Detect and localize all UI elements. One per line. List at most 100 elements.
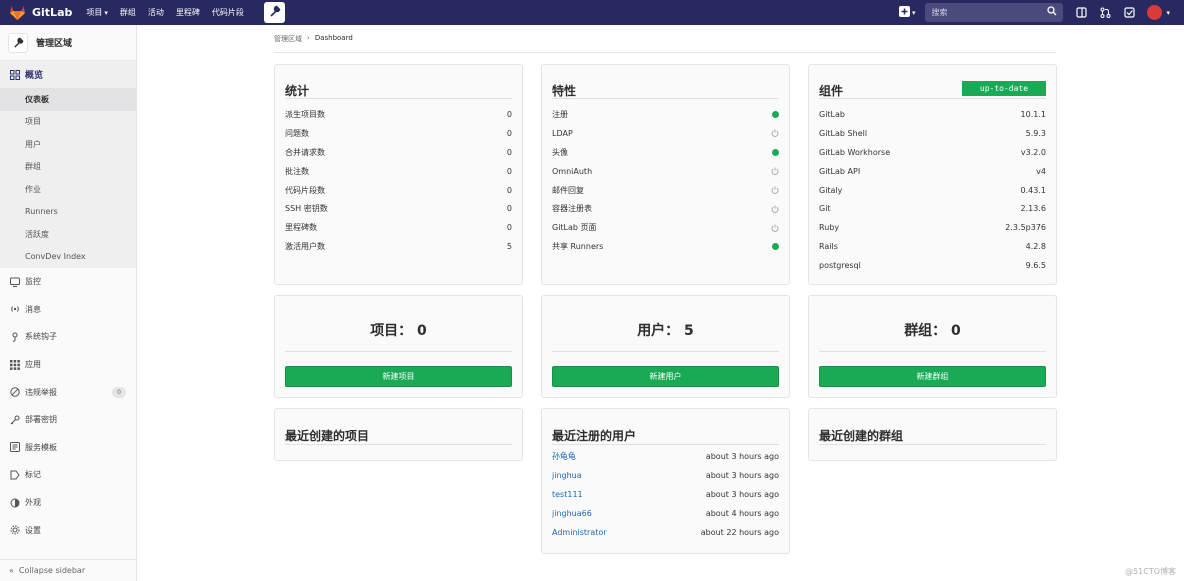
component-version: 0.43.1 (1020, 185, 1046, 195)
nav-activity[interactable]: 活动 (148, 7, 164, 18)
main-nav: 项目 ▾ 群组 活动 里程碑 代码片段 (86, 7, 256, 18)
up-to-date-badge: up-to-date (962, 81, 1046, 96)
sidebar-subitem-dashboard[interactable]: 仪表板 (0, 88, 136, 111)
user-created-time: about 3 hours ago (705, 470, 779, 480)
stat-label: 派生项目数 (285, 109, 325, 119)
nav-snippets[interactable]: 代码片段 (212, 7, 244, 18)
user-created-time: about 3 hours ago (705, 489, 779, 499)
stat-row: 批注数 0 (285, 162, 512, 181)
sidebar-item-messages[interactable]: 消息 (0, 296, 136, 324)
component-label: postgresql (819, 261, 861, 271)
sidebar-item-overview[interactable]: 概览 (0, 61, 136, 88)
watermark: @51CTO博客 (1125, 567, 1176, 576)
stats-panel: 统计 派生项目数 0 问题数 0 合并请求数 0 批注数 0 代码片段数 0 SSH 密钥… (274, 64, 523, 285)
user-link[interactable]: jinghua66 (552, 509, 592, 518)
search-box[interactable] (925, 3, 1064, 22)
sidebar-subitem-users[interactable]: 用户 (0, 133, 136, 156)
stat-row: 合并请求数 0 (285, 143, 512, 162)
sidebar-item-appearance[interactable]: 外观 (0, 489, 136, 517)
sidebar-header[interactable]: 管理区域 (0, 25, 136, 61)
sidebar-subitem-jobs[interactable]: 作业 (0, 178, 136, 201)
panel-title: 组件 (819, 84, 844, 98)
user-created-time: about 22 hours ago (700, 527, 779, 537)
sidebar-subitem-groups[interactable]: 群组 (0, 156, 136, 179)
breadcrumb: 管理区域 › Dashboard (274, 34, 1056, 53)
stat-row: 派生项目数 0 (285, 105, 512, 124)
component-version: 2.3.5p376 (1005, 223, 1046, 233)
search-input[interactable] (931, 8, 1032, 17)
component-version: 9.6.5 (1025, 261, 1046, 271)
sidebar-title: 管理区域 (36, 39, 73, 49)
nav-projects[interactable]: 项目 ▾ (86, 7, 108, 18)
user-link[interactable]: jinghua (552, 471, 582, 480)
admin-area-button[interactable] (264, 2, 285, 23)
monitor-icon (9, 276, 20, 287)
sidebar-item-monitoring[interactable]: 监控 (0, 268, 136, 296)
sidebar-item-label: 部署密钥 (25, 415, 57, 425)
sidebar-item-labels[interactable]: 标记 (0, 461, 136, 489)
component-row: Git 2.13.6 (819, 199, 1046, 218)
nav-milestones[interactable]: 里程碑 (176, 7, 200, 18)
new-group-button[interactable]: 新建群组 (819, 366, 1046, 387)
component-row: Ruby 2.3.5p376 (819, 218, 1046, 237)
feature-label: 头像 (552, 147, 568, 157)
user-link[interactable]: test111 (552, 490, 583, 499)
new-project-button[interactable]: 新建项目 (285, 366, 512, 387)
label-icon (9, 469, 20, 480)
sidebar-subitem-projects[interactable]: 项目 (0, 111, 136, 134)
sidebar-item-system-hooks[interactable]: 系统钩子 (0, 323, 136, 351)
sidebar-item-deploy-keys[interactable]: 部署密钥 (0, 406, 136, 434)
todo-check-icon[interactable] (1123, 7, 1135, 19)
user-link[interactable]: Administrator (552, 528, 607, 537)
component-label: GitLab Shell (819, 128, 868, 138)
stat-label: 里程碑数 (285, 223, 317, 233)
component-row: GitLab 10.1.1 (819, 105, 1046, 124)
gitlab-logo[interactable]: GitLab (9, 4, 72, 21)
collapse-sidebar-button[interactable]: « Collapse sidebar (0, 559, 136, 581)
component-label: Rails (819, 242, 838, 252)
groups-count-panel: 群组： 0 新建群组 (808, 295, 1057, 398)
new-dropdown[interactable]: ▾ (898, 5, 915, 20)
breadcrumb-parent[interactable]: 管理区域 (274, 34, 302, 44)
sidebar-item-abuse-reports[interactable]: 违规举报 0 (0, 378, 136, 406)
feature-label: OmniAuth (552, 166, 593, 176)
sidebar-item-applications[interactable]: 应用 (0, 351, 136, 379)
breadcrumb-current[interactable]: Dashboard (315, 34, 353, 42)
power-off-icon (771, 129, 779, 138)
stat-label: SSH 密钥数 (285, 204, 328, 214)
panel-title: 统计 (285, 84, 310, 98)
chevron-down-icon: ▾ (1166, 8, 1170, 17)
status-enabled-icon (772, 110, 779, 118)
sidebar-toggle-icon[interactable] (1075, 7, 1087, 19)
stat-value: 0 (506, 185, 512, 195)
user-menu[interactable]: ▾ (1147, 5, 1170, 20)
component-version: 5.9.3 (1025, 128, 1046, 138)
component-label: Ruby (819, 223, 840, 233)
sidebar-item-settings[interactable]: 设置 (0, 516, 136, 544)
feature-row: OmniAuth (552, 162, 779, 181)
stat-value: 0 (506, 204, 512, 214)
stat-row: 激活用户数 5 (285, 237, 512, 256)
sidebar-subitem-activity[interactable]: 活跃度 (0, 223, 136, 246)
stat-label: 批注数 (285, 166, 309, 176)
component-row: Gitaly 0.43.1 (819, 181, 1046, 200)
user-link[interactable]: 孙龟龟 (552, 451, 576, 462)
stat-label: 问题数 (285, 128, 309, 138)
feature-row: 注册 (552, 105, 779, 124)
admin-sidebar: 管理区域 概览 仪表板 项目 用户 群组 作业 Runners 活跃度 Conv… (0, 25, 137, 581)
user-row: jinghua66 about 4 hours ago (552, 504, 779, 523)
sidebar-subitem-convdev[interactable]: ConvDev Index (0, 246, 136, 269)
sidebar-subitem-runners[interactable]: Runners (0, 201, 136, 224)
sidebar-item-label: 标记 (25, 470, 41, 480)
feature-row: 共享 Runners (552, 237, 779, 256)
new-user-button[interactable]: 新建用户 (552, 366, 779, 387)
sidebar-item-label: 设置 (25, 525, 41, 535)
user-created-time: about 4 hours ago (705, 508, 779, 518)
stat-value: 0 (506, 166, 512, 176)
sidebar-item-service-templates[interactable]: 服务模板 (0, 434, 136, 462)
abuse-count-badge: 0 (112, 386, 126, 398)
nav-groups[interactable]: 群组 (120, 7, 136, 18)
groups-count: 群组： 0 (904, 323, 961, 339)
merge-request-icon[interactable] (1099, 7, 1111, 19)
power-off-icon (771, 205, 779, 213)
